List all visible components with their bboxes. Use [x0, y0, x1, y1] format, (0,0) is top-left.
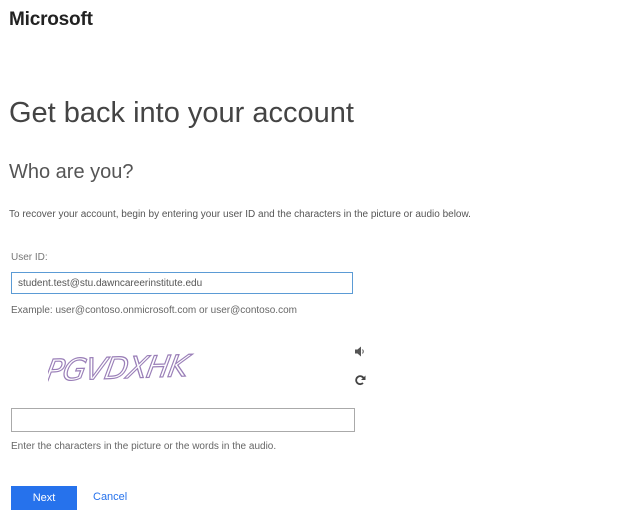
instructions-text: To recover your account, begin by enteri…: [9, 209, 471, 220]
microsoft-logo: Microsoft: [9, 9, 93, 30]
captcha-input[interactable]: [11, 408, 355, 432]
page-title: Get back into your account: [9, 97, 354, 129]
captcha-image: PGVDXHK: [48, 349, 194, 390]
captcha-hint: Enter the characters in the picture or t…: [11, 441, 277, 452]
speaker-icon[interactable]: [351, 342, 369, 360]
user-id-input[interactable]: [11, 272, 353, 294]
refresh-icon[interactable]: [351, 371, 369, 389]
page-subtitle: Who are you?: [9, 161, 134, 183]
next-button[interactable]: Next: [11, 486, 77, 510]
captcha-text: PGVDXHK: [48, 349, 194, 389]
user-id-label: User ID:: [11, 252, 48, 263]
user-id-example: Example: user@contoso.onmicrosoft.com or…: [11, 305, 297, 316]
cancel-link[interactable]: Cancel: [93, 491, 127, 503]
